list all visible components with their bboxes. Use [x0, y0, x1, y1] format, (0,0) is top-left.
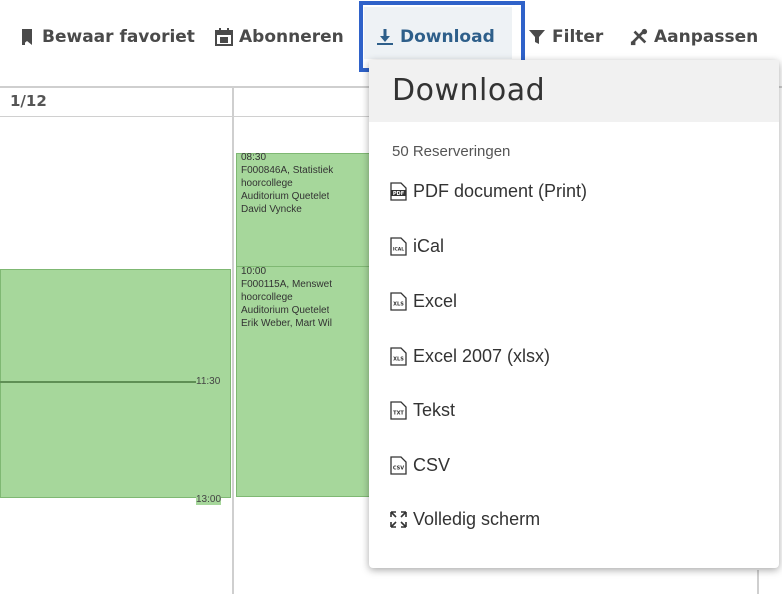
download-dropdown: Download 50 Reserveringen PDF PDF docume…: [369, 60, 779, 568]
bewaar-favoriet-label: Bewaar favoriet: [42, 27, 195, 47]
time-divider: [0, 381, 200, 383]
event-location: Auditorium Quetelet: [241, 305, 330, 316]
aanpassen-label: Aanpassen: [654, 27, 759, 47]
event-location: Auditorium Quetelet: [241, 191, 330, 202]
download-button[interactable]: Download: [376, 22, 495, 52]
event-course: F000115A, Menswet: [241, 279, 332, 290]
filter-icon: [528, 28, 546, 46]
ical-badge-text: ICAL: [393, 246, 404, 252]
xls-file-icon: XLS: [390, 291, 407, 311]
bookmark-icon: [18, 28, 36, 46]
dropdown-title: Download: [369, 60, 779, 122]
download-text-label: Tekst: [413, 399, 456, 420]
download-icon: [376, 28, 394, 46]
event-teacher: Erik Weber, Mart Wil: [241, 318, 332, 329]
event-time: 10:00: [241, 266, 267, 277]
event-time: 08:30: [241, 152, 267, 163]
event-teacher: David Vyncke: [241, 204, 302, 215]
time-label: 11:30: [196, 376, 221, 387]
reservation-count: 50 Reserveringen: [392, 143, 511, 160]
download-ical-label: iCal: [413, 235, 445, 256]
download-excel2007-item[interactable]: XLS Excel 2007 (xlsx): [390, 343, 550, 369]
download-excel-item[interactable]: XLS Excel: [390, 288, 457, 314]
download-text-item[interactable]: TXT Tekst: [390, 397, 455, 423]
download-label: Download: [400, 27, 495, 47]
calendar-event[interactable]: 08:30 F000846A, Statistiek hoorcollege A…: [236, 152, 370, 268]
abonneren-button[interactable]: Abonneren: [215, 22, 344, 52]
csv-file-icon: CSV: [390, 455, 407, 475]
calendar-icon: [215, 28, 233, 46]
day-column-divider: [232, 86, 234, 594]
download-excel-label: Excel: [413, 290, 458, 311]
xlsx-file-icon: XLS: [390, 346, 407, 366]
download-pdf-item[interactable]: PDF PDF document (Print): [390, 178, 587, 204]
event-type: hoorcollege: [241, 292, 293, 303]
download-csv-label: CSV: [413, 454, 451, 475]
filter-button[interactable]: Filter: [528, 22, 603, 52]
download-pdf-label: PDF document (Print): [413, 180, 588, 201]
txt-file-icon: TXT: [390, 400, 407, 420]
aanpassen-button[interactable]: Aanpassen: [630, 22, 758, 52]
tools-icon: [630, 28, 648, 46]
event-course: F000846A, Statistiek: [241, 165, 334, 176]
fullscreen-item[interactable]: Volledig scherm: [390, 506, 540, 532]
bewaar-favoriet-button[interactable]: Bewaar favoriet: [18, 22, 195, 52]
filter-label: Filter: [552, 27, 604, 47]
abonneren-label: Abonneren: [239, 27, 344, 47]
xlsx-badge-text: XLS: [393, 356, 404, 362]
fullscreen-label: Volledig scherm: [413, 508, 541, 529]
xls-badge-text: XLS: [393, 301, 404, 307]
download-excel2007-label: Excel 2007 (xlsx): [413, 345, 551, 366]
fullscreen-icon: [390, 510, 407, 529]
pdf-file-icon: PDF: [390, 181, 407, 201]
column-date-header: 1/12: [10, 92, 47, 110]
ical-file-icon: ICAL: [390, 236, 407, 256]
download-ical-item[interactable]: ICAL iCal: [390, 233, 444, 259]
calendar-event[interactable]: 10:00 F000115A, Menswet hoorcollege Audi…: [236, 266, 370, 497]
time-label: 13:00: [196, 494, 222, 505]
csv-badge-text: CSV: [393, 465, 404, 471]
download-csv-item[interactable]: CSV CSV: [390, 452, 450, 478]
event-type: hoorcollege: [241, 178, 293, 189]
pdf-badge-text: PDF: [393, 191, 404, 197]
right-column-divider: [757, 570, 759, 594]
txt-badge-text: TXT: [393, 410, 404, 416]
calendar-header-bottom-border: [0, 116, 370, 117]
